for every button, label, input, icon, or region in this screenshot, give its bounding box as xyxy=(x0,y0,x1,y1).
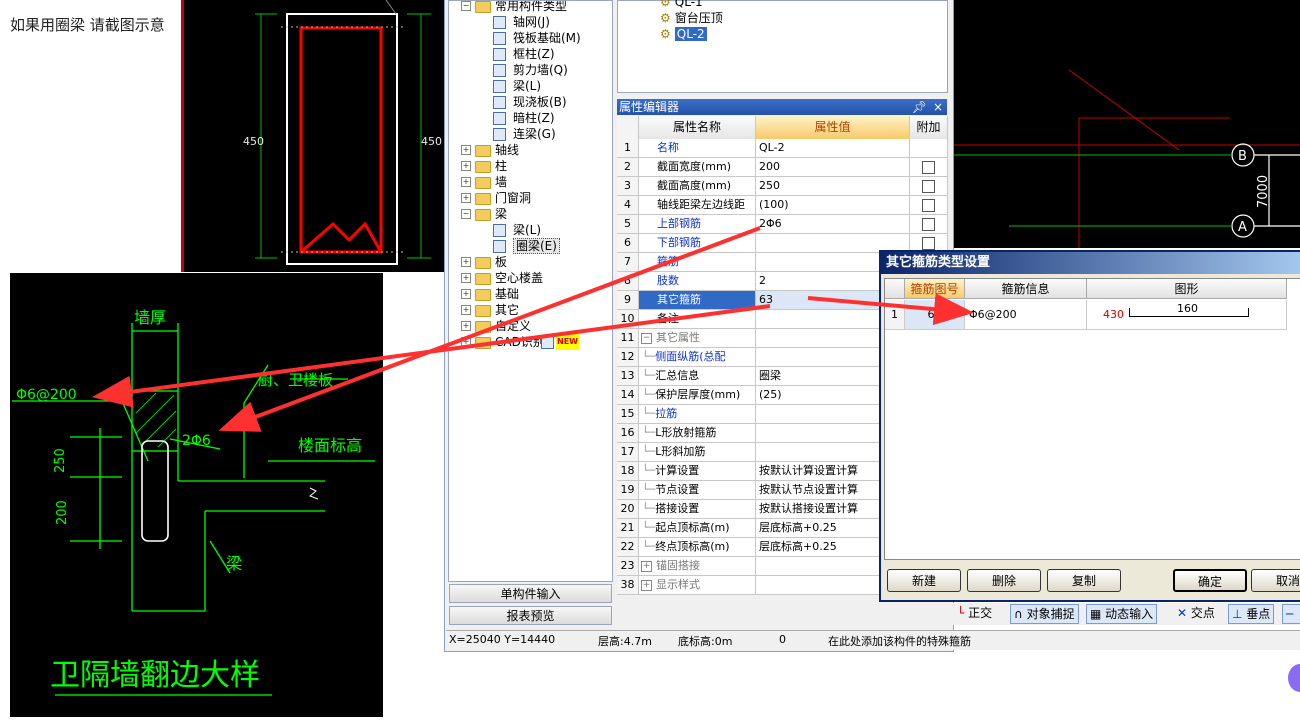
annotation-arrows xyxy=(92,226,974,432)
arrow-top-bars xyxy=(218,226,761,432)
arrow-dialog xyxy=(807,293,974,326)
arrow-stirrup xyxy=(92,304,771,408)
